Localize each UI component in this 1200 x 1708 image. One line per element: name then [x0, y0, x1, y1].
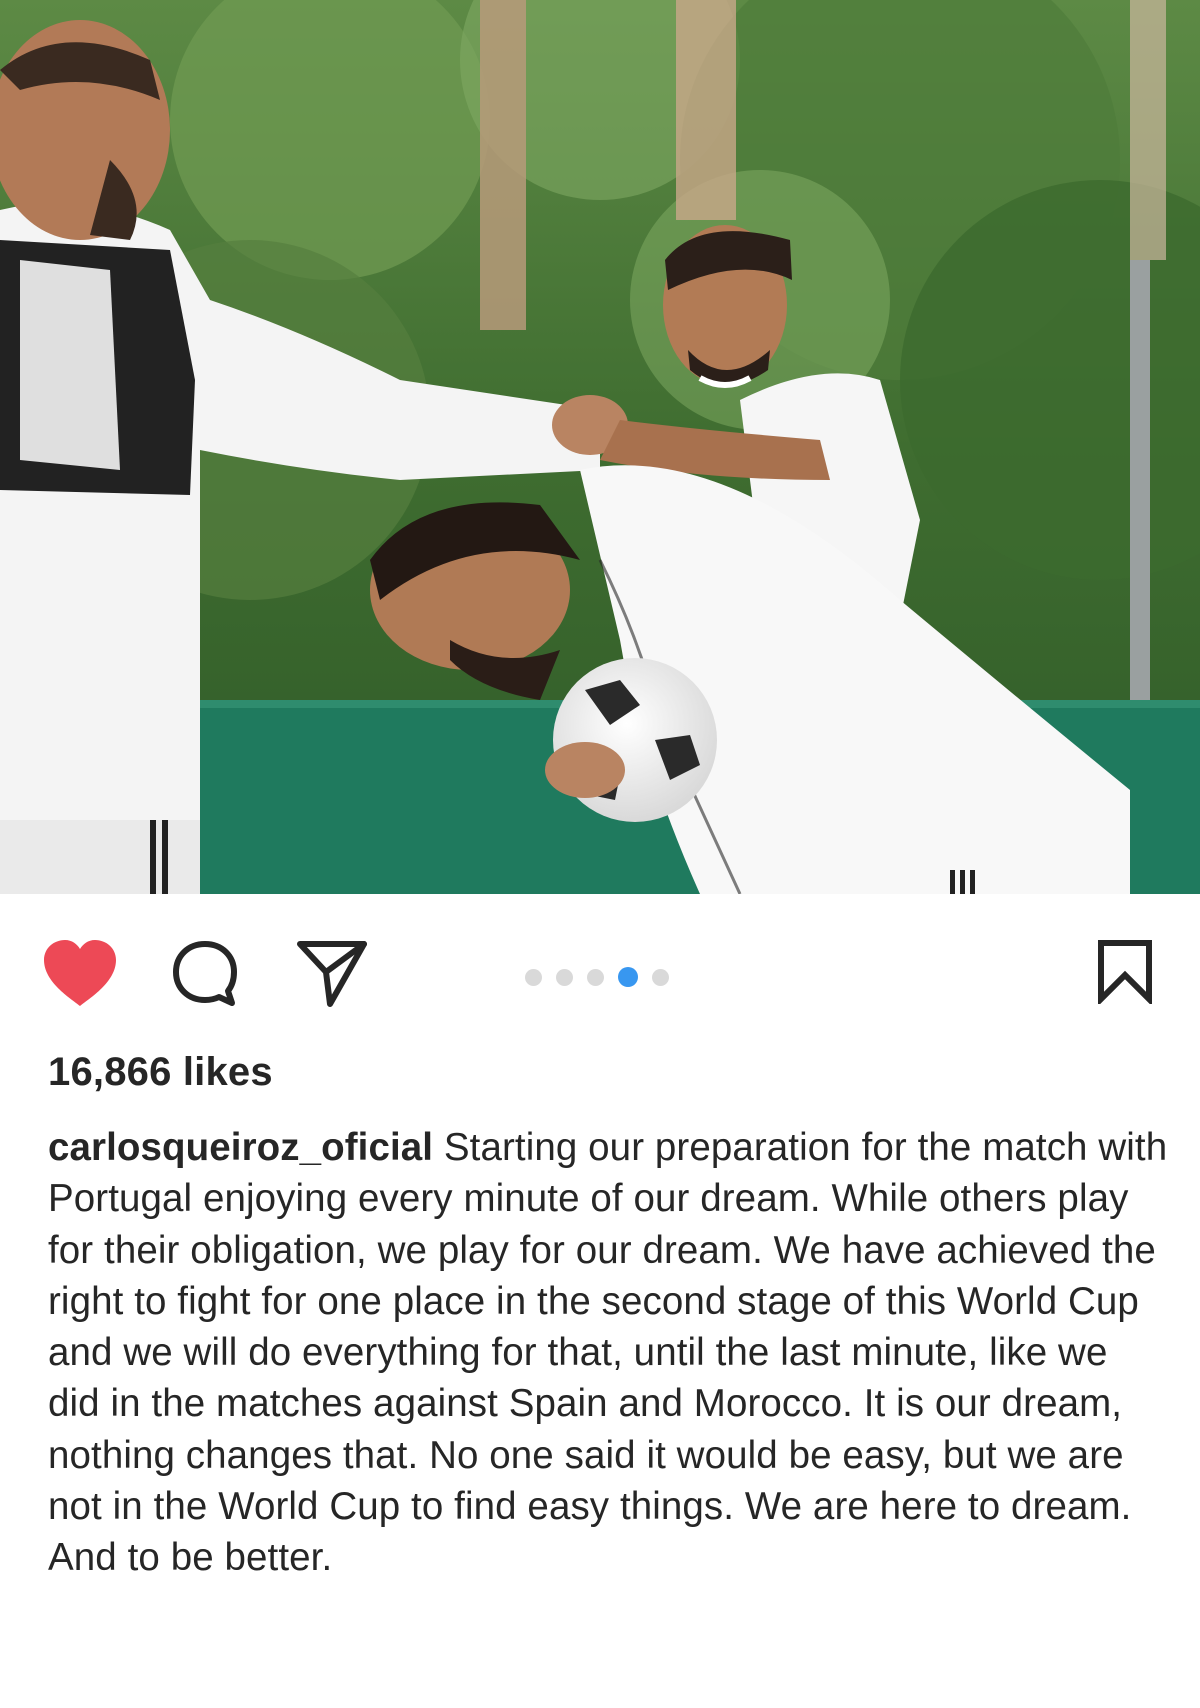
likes-count[interactable]: 16,866 likes [48, 1050, 273, 1095]
caption-username[interactable]: carlosqueiroz_oficial [48, 1126, 433, 1169]
carousel-dot-active[interactable] [618, 967, 638, 987]
carousel-indicator [525, 967, 669, 987]
action-bar [0, 894, 1200, 1054]
bookmark-icon[interactable] [1096, 938, 1154, 1004]
photo-image [0, 0, 1200, 894]
carousel-dot[interactable] [525, 968, 542, 986]
instagram-post: 16,866 likes carlosqueiroz_oficial Start… [0, 0, 1200, 1708]
caption-text: Starting our preparation for the match w… [48, 1126, 1168, 1580]
carousel-dot[interactable] [587, 968, 604, 986]
heart-filled-icon[interactable] [40, 938, 120, 1010]
post-caption: carlosqueiroz_oficial Starting our prepa… [48, 1122, 1168, 1584]
paper-plane-icon[interactable] [296, 938, 368, 1010]
post-photo[interactable] [0, 0, 1200, 894]
carousel-dot[interactable] [652, 968, 669, 986]
carousel-dot[interactable] [556, 968, 573, 986]
comment-bubble-icon[interactable] [172, 940, 238, 1008]
